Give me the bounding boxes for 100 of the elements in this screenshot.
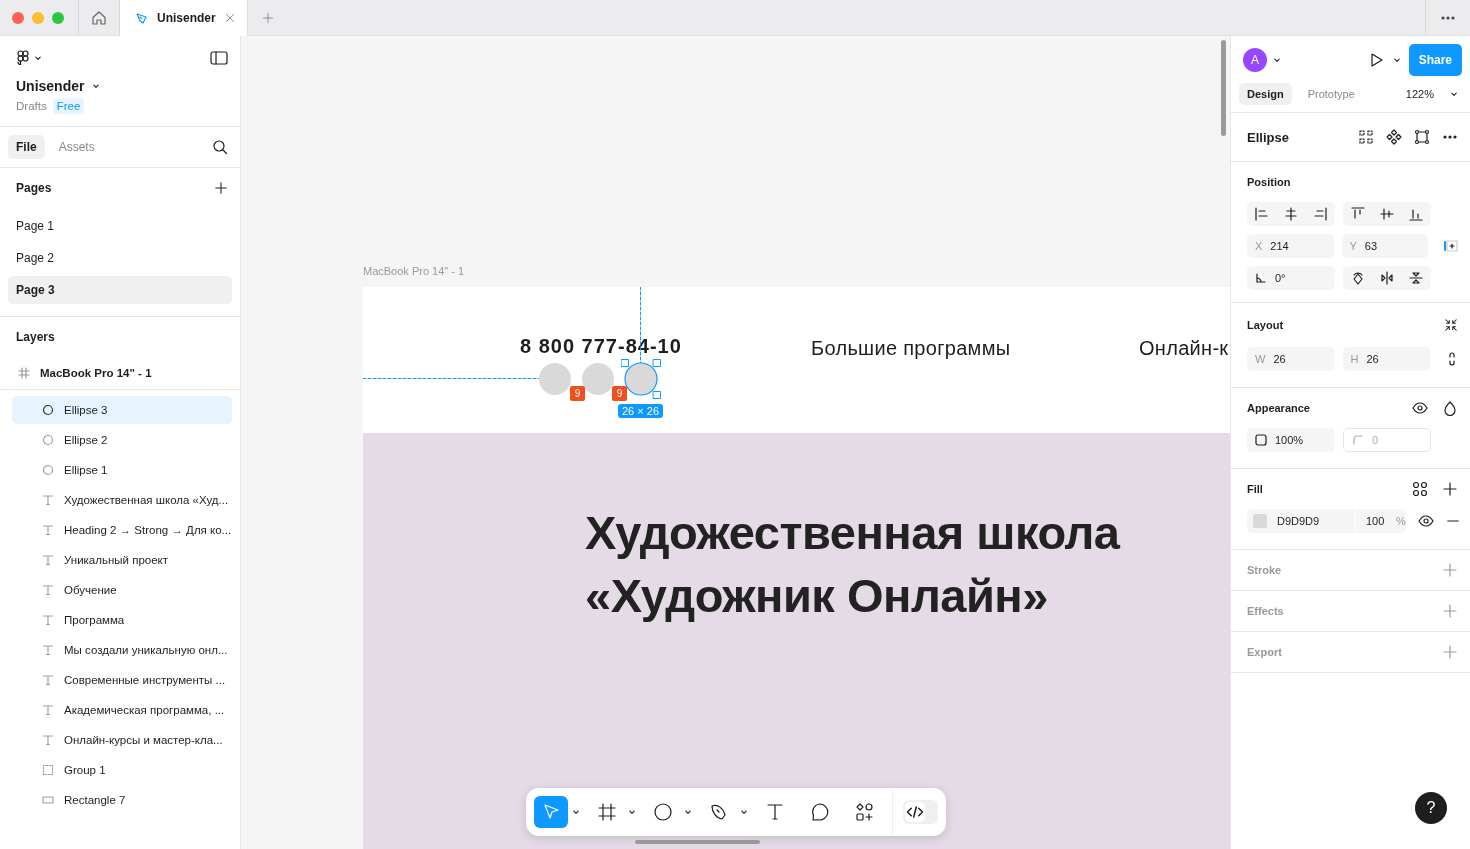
height-field[interactable]: H 26	[1342, 347, 1430, 371]
zoom-level[interactable]: 122%	[1405, 88, 1434, 100]
angle-icon	[1255, 272, 1267, 284]
rectangle-icon	[42, 794, 54, 806]
section-title: Layers	[16, 330, 55, 344]
text-icon	[42, 614, 54, 626]
sidebar-toggle-icon[interactable]	[210, 50, 228, 66]
layer-item[interactable]: Художественная школа «Худ...	[12, 486, 232, 514]
chevron-down-icon[interactable]	[1273, 56, 1281, 64]
eye-icon[interactable]	[1412, 400, 1428, 416]
frame-select-icon[interactable]	[1414, 129, 1430, 145]
add-page-icon[interactable]	[214, 181, 228, 195]
layer-item[interactable]: MacBook Pro 14" - 1	[0, 357, 240, 390]
section-title: Pages	[16, 181, 52, 195]
dev-mode-toggle[interactable]	[903, 800, 938, 824]
layer-item[interactable]: Ellipse 3	[12, 396, 232, 424]
section-title: Fill	[1247, 483, 1263, 495]
play-icon[interactable]	[1368, 52, 1385, 68]
spacing-badge: 9	[570, 386, 585, 401]
width-field[interactable]: W 26	[1247, 347, 1335, 371]
constraints-icon[interactable]	[1444, 238, 1458, 254]
search-icon[interactable]	[212, 139, 228, 155]
chevron-down-icon[interactable]	[740, 808, 748, 816]
align-left-icon[interactable]	[1253, 206, 1270, 222]
page-item[interactable]: Page 3	[8, 276, 232, 304]
ellipse-icon	[42, 404, 54, 416]
layer-item[interactable]: Академическая программа, ...	[12, 696, 232, 724]
panel-tab[interactable]: Assets	[50, 135, 103, 159]
page-item[interactable]: Page 2	[8, 244, 232, 272]
scrollbar[interactable]	[1221, 40, 1226, 136]
avatar[interactable]: A	[1243, 48, 1267, 72]
section-title: Export	[1247, 646, 1282, 658]
eye-icon[interactable]	[1417, 513, 1434, 529]
flip-horizontal-icon[interactable]	[1379, 270, 1395, 286]
color-swatch[interactable]	[1253, 514, 1267, 528]
layer-item[interactable]: Мы создали уникальную онл...	[12, 636, 232, 664]
panel-tab[interactable]: Design	[1239, 83, 1292, 105]
file-name[interactable]: Unisender	[16, 78, 85, 94]
plan-badge: Free	[52, 98, 85, 114]
add-icon[interactable]	[1442, 481, 1458, 497]
panel-tab[interactable]: File	[8, 135, 45, 159]
layer-item[interactable]: Ellipse 2	[12, 426, 232, 454]
close-icon[interactable]	[224, 13, 235, 23]
collapse-icon[interactable]	[1444, 318, 1458, 332]
layer-item[interactable]: Современные инструменты ...	[12, 666, 232, 694]
x-field[interactable]: X 214	[1247, 234, 1334, 258]
layer-item[interactable]: Ellipse 1	[12, 456, 232, 484]
chevron-down-icon[interactable]	[1392, 56, 1401, 64]
frame-icon	[18, 367, 30, 379]
group-icon	[42, 764, 54, 776]
section-title: Layout	[1247, 319, 1284, 331]
text-icon	[42, 734, 54, 746]
document-tab[interactable]: Unisender	[120, 0, 248, 36]
layer-item[interactable]: Программа	[12, 606, 232, 634]
y-field[interactable]: Y 63	[1341, 234, 1428, 258]
frame-icon	[597, 802, 617, 822]
layer-item[interactable]: Обучение	[12, 576, 232, 604]
rotation-field[interactable]: 0°	[1247, 266, 1335, 290]
text-icon	[42, 584, 54, 596]
layer-item[interactable]: Уникальный проект	[12, 546, 232, 574]
flip-vertical-icon[interactable]	[1408, 270, 1425, 286]
section-title: Stroke	[1247, 564, 1282, 576]
align-middle-icon[interactable]	[1379, 206, 1395, 222]
align-right-icon[interactable]	[1312, 206, 1329, 222]
chevron-down-icon[interactable]	[92, 82, 101, 90]
text-icon	[42, 644, 54, 656]
ellipse-icon	[42, 464, 54, 476]
scrollbar[interactable]	[635, 840, 760, 844]
grid-icon[interactable]	[1358, 129, 1374, 145]
page-item[interactable]: Page 1	[8, 212, 232, 240]
chevron-down-icon[interactable]	[684, 808, 692, 816]
chevron-down-icon[interactable]	[34, 54, 42, 62]
align-center-icon[interactable]	[1283, 206, 1299, 222]
size-label: 26 × 26	[618, 404, 663, 418]
opacity-field[interactable]: 100%	[1247, 428, 1335, 452]
chevron-down-icon[interactable]	[572, 808, 580, 816]
ellipse-icon	[653, 802, 673, 822]
panel-tab[interactable]: Prototype	[1299, 83, 1363, 105]
drop-icon[interactable]	[1442, 400, 1458, 416]
text-icon	[42, 524, 54, 536]
layer-item[interactable]: Heading 2 → Strong → Для ко...	[12, 516, 232, 544]
text-icon	[765, 802, 785, 822]
figma-logo-icon[interactable]	[16, 50, 30, 66]
home-icon[interactable]	[91, 9, 107, 26]
component-icon[interactable]	[1386, 129, 1402, 145]
selected-ellipse[interactable]	[621, 359, 661, 399]
opacity-icon	[1255, 434, 1267, 446]
layer-item[interactable]: Онлайн-курсы и мастер-кла...	[12, 726, 232, 754]
layer-item[interactable]: Rectangle 7	[12, 786, 232, 814]
chevron-down-icon[interactable]	[628, 808, 636, 816]
help-button[interactable]: ?	[1415, 792, 1447, 824]
text-icon	[42, 554, 54, 566]
phone-number: 8 800 777-84-10	[520, 335, 682, 358]
fill-field[interactable]: D9D9D9 100 %	[1247, 509, 1406, 533]
section-title: Effects	[1247, 605, 1284, 617]
chevron-down-icon[interactable]	[1450, 90, 1458, 98]
lock-ratio-icon[interactable]	[1446, 351, 1458, 367]
close-window-button[interactable]	[12, 11, 24, 24]
layer-item[interactable]: Group 1	[12, 756, 232, 784]
styles-icon[interactable]	[1412, 481, 1428, 497]
